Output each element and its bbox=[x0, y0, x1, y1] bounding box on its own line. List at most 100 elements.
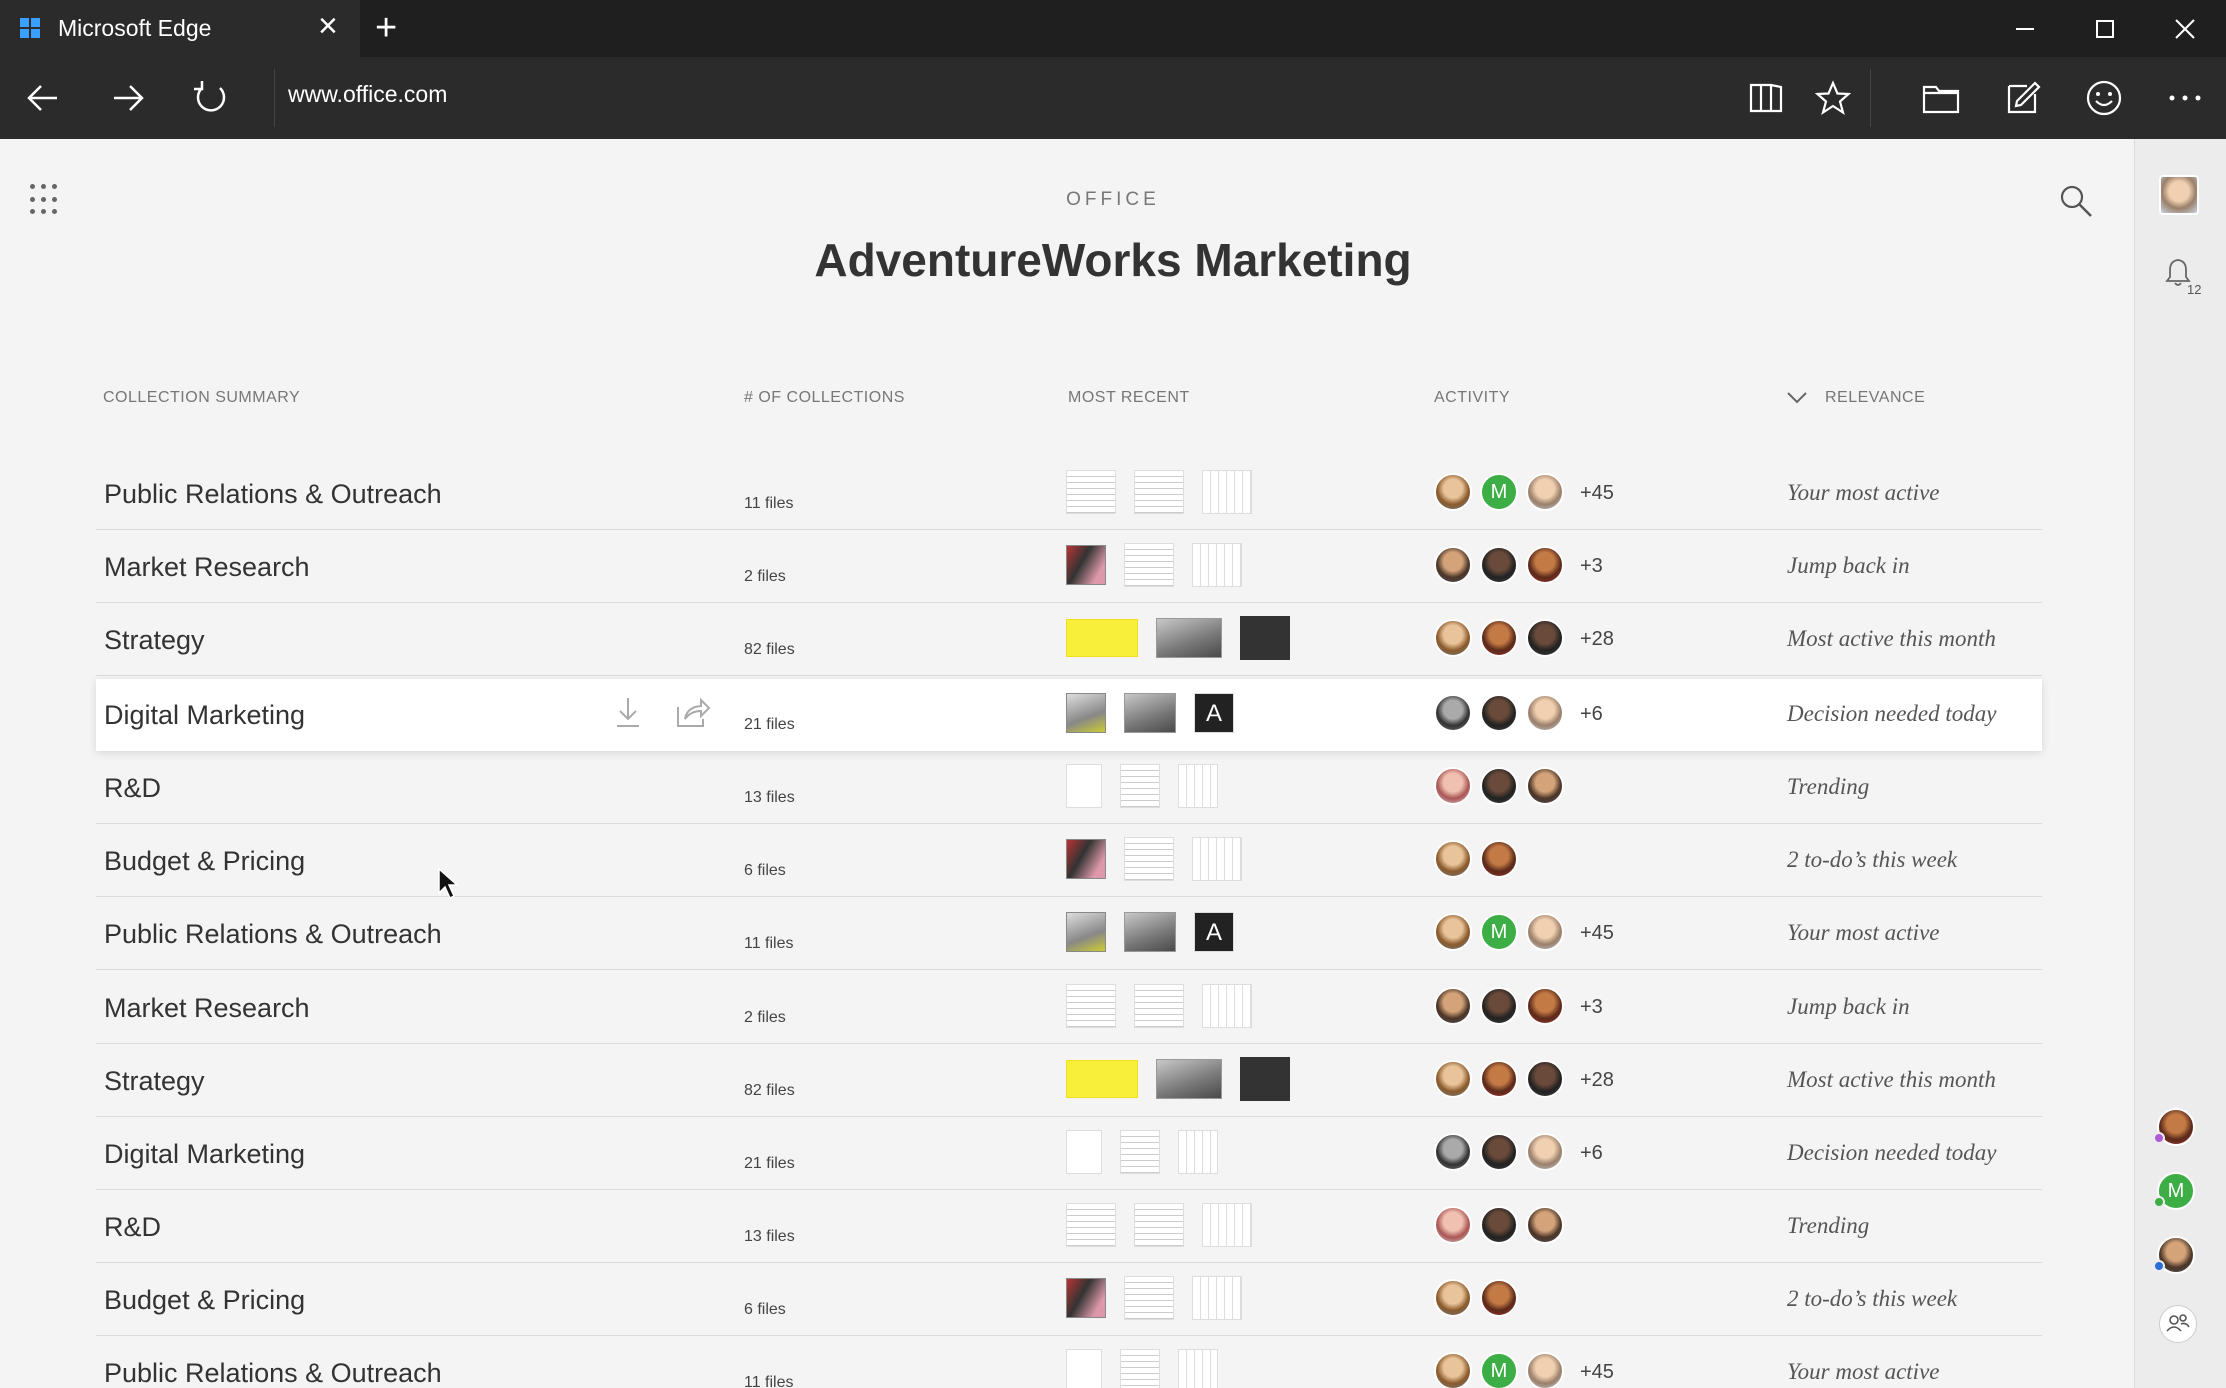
file-thumbnail[interactable] bbox=[1120, 764, 1160, 808]
file-thumbnail[interactable] bbox=[1124, 837, 1174, 881]
table-row[interactable]: Digital Marketing 21 files +6 Decision n… bbox=[96, 1118, 2042, 1190]
more-people-count[interactable]: +3 bbox=[1580, 996, 1603, 1019]
avatar[interactable] bbox=[1480, 987, 1518, 1025]
avatar[interactable] bbox=[2153, 1108, 2195, 1146]
table-row[interactable]: R&D 13 files Trending bbox=[96, 752, 2042, 824]
collection-name[interactable]: Strategy bbox=[104, 625, 205, 656]
file-thumbnail[interactable] bbox=[1066, 764, 1102, 808]
avatar[interactable] bbox=[1434, 694, 1472, 732]
more-people-count[interactable]: +28 bbox=[1580, 1069, 1614, 1092]
avatar[interactable]: M bbox=[1480, 473, 1518, 511]
file-thumbnail[interactable] bbox=[1066, 619, 1138, 657]
refresh-button[interactable] bbox=[188, 75, 234, 121]
avatar[interactable] bbox=[1434, 987, 1472, 1025]
file-thumbnail[interactable] bbox=[1124, 543, 1174, 587]
avatar[interactable] bbox=[1434, 1206, 1472, 1244]
collection-name[interactable]: Public Relations & Outreach bbox=[104, 1358, 442, 1388]
chevron-down-icon[interactable] bbox=[1786, 387, 1808, 409]
avatar[interactable] bbox=[1480, 1206, 1518, 1244]
file-thumbnail[interactable] bbox=[1120, 1130, 1160, 1174]
avatar[interactable] bbox=[1434, 473, 1472, 511]
more-people-count[interactable]: +6 bbox=[1580, 1142, 1603, 1165]
collection-name[interactable]: Public Relations & Outreach bbox=[104, 919, 442, 950]
new-tab-button[interactable]: + bbox=[375, 6, 397, 50]
file-thumbnail[interactable] bbox=[1134, 1203, 1184, 1247]
more-people-count[interactable]: +45 bbox=[1580, 922, 1614, 945]
table-row-selected[interactable]: Digital Marketing 21 files A +6 Decision… bbox=[96, 679, 2042, 751]
more-people-count[interactable]: +6 bbox=[1580, 703, 1603, 726]
file-thumbnail[interactable] bbox=[1066, 912, 1106, 952]
maximize-button[interactable] bbox=[2065, 0, 2145, 57]
file-thumbnail[interactable] bbox=[1066, 545, 1106, 585]
avatar[interactable] bbox=[1480, 1279, 1518, 1317]
avatar[interactable] bbox=[1434, 1133, 1472, 1171]
file-thumbnail[interactable] bbox=[1240, 616, 1290, 660]
file-thumbnail[interactable] bbox=[1066, 1278, 1106, 1318]
file-thumbnail[interactable] bbox=[1066, 839, 1106, 879]
file-thumbnail[interactable] bbox=[1178, 764, 1218, 808]
people-button[interactable] bbox=[2159, 1305, 2197, 1343]
file-thumbnail[interactable] bbox=[1192, 1276, 1242, 1320]
more-people-count[interactable]: +3 bbox=[1580, 555, 1603, 578]
collection-name[interactable]: R&D bbox=[104, 1212, 161, 1243]
avatar[interactable] bbox=[1526, 767, 1564, 805]
forward-button[interactable] bbox=[105, 75, 151, 121]
file-thumbnail[interactable] bbox=[1066, 984, 1116, 1028]
download-icon[interactable] bbox=[611, 695, 645, 729]
avatar[interactable] bbox=[1526, 473, 1564, 511]
file-thumbnail[interactable] bbox=[1124, 912, 1176, 952]
column-header-activity[interactable]: ACTIVITY bbox=[1434, 389, 1510, 407]
table-row[interactable]: R&D 13 files Trending bbox=[96, 1191, 2042, 1263]
file-thumbnail[interactable]: A bbox=[1194, 693, 1234, 733]
table-row[interactable]: Strategy 82 files +28 Most active this m… bbox=[96, 1045, 2042, 1117]
collection-name[interactable]: Public Relations & Outreach bbox=[104, 479, 442, 510]
avatar[interactable] bbox=[1434, 546, 1472, 584]
back-button[interactable] bbox=[20, 75, 66, 121]
file-thumbnail[interactable] bbox=[1202, 1203, 1252, 1247]
avatar[interactable] bbox=[1434, 913, 1472, 951]
table-row[interactable]: Public Relations & Outreach 11 files M +… bbox=[96, 458, 2042, 530]
collection-name[interactable]: Budget & Pricing bbox=[104, 846, 305, 877]
file-thumbnail[interactable] bbox=[1134, 984, 1184, 1028]
file-thumbnail[interactable] bbox=[1066, 693, 1106, 733]
reading-view-button[interactable] bbox=[1743, 75, 1789, 121]
collection-name[interactable]: R&D bbox=[104, 773, 161, 804]
more-people-count[interactable]: +45 bbox=[1580, 1361, 1614, 1384]
favorite-button[interactable] bbox=[1810, 75, 1856, 121]
avatar[interactable] bbox=[1480, 546, 1518, 584]
avatar[interactable] bbox=[1480, 767, 1518, 805]
avatar[interactable] bbox=[1434, 619, 1472, 657]
avatar[interactable] bbox=[1480, 694, 1518, 732]
column-header-recent[interactable]: MOST RECENT bbox=[1068, 389, 1190, 407]
collection-name[interactable]: Market Research bbox=[104, 552, 310, 583]
close-tab-icon[interactable]: × bbox=[318, 9, 338, 43]
file-thumbnail[interactable] bbox=[1066, 1349, 1102, 1388]
table-row[interactable]: Budget & Pricing 6 files 2 to-do’s this … bbox=[96, 825, 2042, 897]
table-row[interactable]: Public Relations & Outreach 11 files A M… bbox=[96, 898, 2042, 970]
collection-name[interactable]: Strategy bbox=[104, 1066, 205, 1097]
table-row[interactable]: Budget & Pricing 6 files 2 to-do’s this … bbox=[96, 1264, 2042, 1336]
file-thumbnail[interactable] bbox=[1124, 693, 1176, 733]
avatar[interactable] bbox=[1434, 767, 1472, 805]
avatar[interactable] bbox=[2153, 1236, 2195, 1274]
avatar[interactable] bbox=[1526, 1206, 1564, 1244]
column-header-relevance[interactable]: RELEVANCE bbox=[1825, 389, 1925, 407]
avatar[interactable]: M bbox=[1480, 913, 1518, 951]
collection-name[interactable]: Market Research bbox=[104, 993, 310, 1024]
avatar[interactable] bbox=[1526, 913, 1564, 951]
avatar[interactable] bbox=[1480, 1133, 1518, 1171]
collection-name[interactable]: Digital Marketing bbox=[104, 700, 305, 731]
more-options-button[interactable] bbox=[2162, 75, 2208, 121]
feedback-button[interactable] bbox=[2081, 75, 2127, 121]
minimize-button[interactable] bbox=[1985, 0, 2065, 57]
avatar[interactable] bbox=[1434, 1279, 1472, 1317]
collection-name[interactable]: Budget & Pricing bbox=[104, 1285, 305, 1316]
file-thumbnail[interactable] bbox=[1124, 1276, 1174, 1320]
avatar[interactable] bbox=[1526, 1060, 1564, 1098]
file-thumbnail[interactable] bbox=[1202, 984, 1252, 1028]
table-row[interactable]: Public Relations & Outreach 11 files M +… bbox=[96, 1337, 2042, 1388]
avatar[interactable] bbox=[1480, 1060, 1518, 1098]
web-note-button[interactable] bbox=[2000, 75, 2046, 121]
file-thumbnail[interactable] bbox=[1192, 543, 1242, 587]
collection-name[interactable]: Digital Marketing bbox=[104, 1139, 305, 1170]
